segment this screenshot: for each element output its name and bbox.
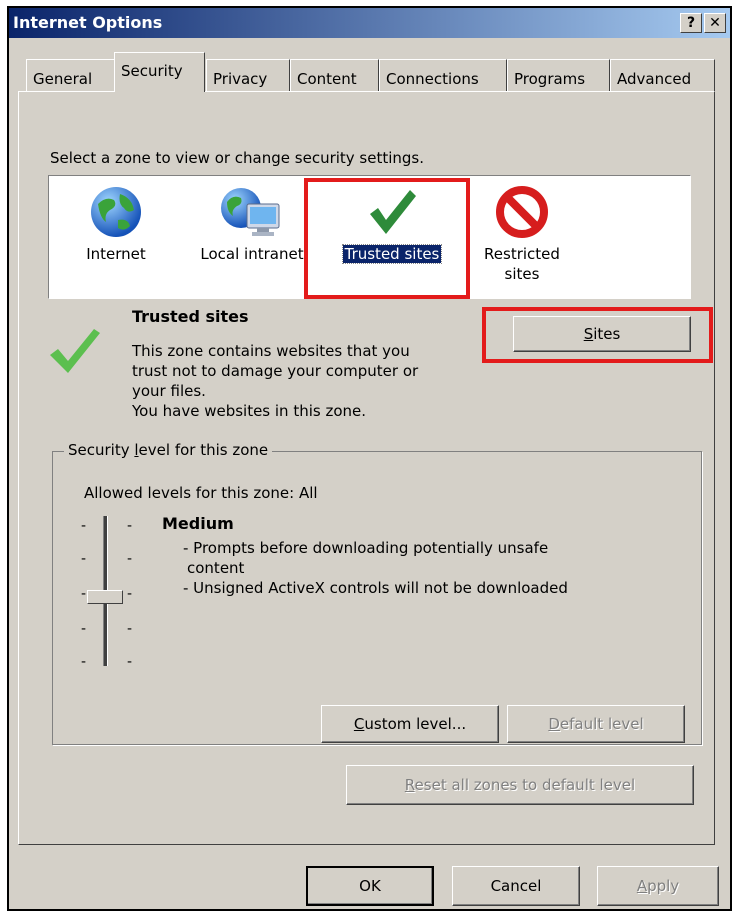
description-line: You have websites in this zone. [132, 402, 367, 420]
green-checkmark-icon [50, 329, 100, 373]
description-line: trust not to damage your computer or [132, 362, 419, 380]
allowed-levels-text: Allowed levels for this zone: All [84, 484, 318, 502]
intranet-globe-monitor-icon [221, 188, 280, 236]
button-label: pply [647, 877, 680, 895]
security-level-group-label: Security level for this zone [64, 441, 273, 459]
mnemonic: C [353, 715, 365, 733]
zone-label: sites [504, 265, 540, 283]
zone-label: Local intranet [200, 245, 304, 263]
highlight-box-trusted-sites [304, 178, 470, 299]
zone-info-description: This zone contains websites that you tru… [132, 341, 418, 421]
zone-prompt: Select a zone to view or change security… [50, 149, 425, 167]
globe-icon [91, 187, 141, 237]
button-label: ustom level... [364, 715, 467, 733]
tab-label: Connections [386, 70, 479, 88]
tab-privacy[interactable]: Privacy [206, 59, 290, 91]
tab-general[interactable]: General [26, 59, 116, 91]
title-bar[interactable]: Internet Options ? ✕ [9, 8, 730, 38]
level-bullet: content [187, 559, 245, 577]
slider-tick: - [81, 518, 87, 534]
tab-label: Security [121, 62, 183, 80]
zone-internet[interactable]: Internet [71, 184, 161, 264]
tab-security[interactable]: Security [114, 52, 205, 92]
zone-label: Restricted [484, 245, 560, 263]
mnemonic: A [636, 877, 648, 895]
tab-label: Programs [514, 70, 586, 88]
tab-label: Advanced [617, 70, 692, 88]
slider-tick: - [81, 621, 87, 637]
button-label: efault level [559, 715, 644, 733]
security-level-slider[interactable]: - - - - - - - - - - [77, 516, 147, 676]
slider-tick: - [127, 654, 133, 670]
label-part: Security [68, 441, 135, 459]
reset-all-zones-button[interactable]: Reset all zones to default level [346, 765, 694, 805]
button-label: eset all zones to default level [414, 776, 636, 794]
level-bullet: - Prompts before downloading potentially… [183, 539, 549, 557]
mnemonic: R [404, 776, 415, 794]
tab-connections[interactable]: Connections [379, 59, 507, 91]
slider-tick: - [81, 551, 87, 567]
level-name: Medium [162, 514, 234, 533]
slider-tick: - [81, 654, 87, 670]
tab-content[interactable]: Content [290, 59, 379, 91]
tab-label: General [33, 70, 93, 88]
mnemonic: D [548, 715, 560, 733]
tab-programs[interactable]: Programs [507, 59, 610, 91]
ok-button[interactable]: OK [306, 866, 434, 906]
zone-label: Internet [86, 245, 146, 263]
cancel-button[interactable]: Cancel [452, 866, 580, 906]
zone-local-intranet[interactable]: Local intranet [187, 184, 317, 264]
description-line: your files. [132, 382, 206, 400]
slider-thumb[interactable] [87, 590, 123, 604]
window-title: Internet Options [13, 13, 163, 32]
zone-info-title: Trusted sites [132, 307, 249, 326]
close-button[interactable]: ✕ [704, 13, 726, 33]
level-description: - Prompts before downloading potentially… [183, 538, 568, 598]
slider-tick: - [81, 586, 87, 602]
red-prohibited-icon [496, 186, 548, 238]
tab-label: Privacy [213, 70, 268, 88]
tab-advanced[interactable]: Advanced [610, 59, 715, 91]
highlight-box-sites-button [482, 307, 713, 363]
slider-tick: - [127, 586, 133, 602]
description-line: This zone contains websites that you [132, 342, 410, 360]
label-part: evel for this zone [138, 441, 269, 459]
slider-tick: - [127, 621, 133, 637]
slider-tick: - [127, 551, 133, 567]
slider-tick: - [127, 518, 133, 534]
zone-restricted-sites[interactable]: Restricted sites [467, 184, 577, 284]
apply-button[interactable]: Apply [597, 866, 719, 906]
default-level-button[interactable]: Default level [507, 705, 685, 743]
help-button[interactable]: ? [680, 13, 702, 33]
custom-level-button[interactable]: Custom level... [321, 705, 499, 743]
tab-label: Content [297, 70, 357, 88]
level-bullet: - Unsigned ActiveX controls will not be … [183, 579, 568, 597]
